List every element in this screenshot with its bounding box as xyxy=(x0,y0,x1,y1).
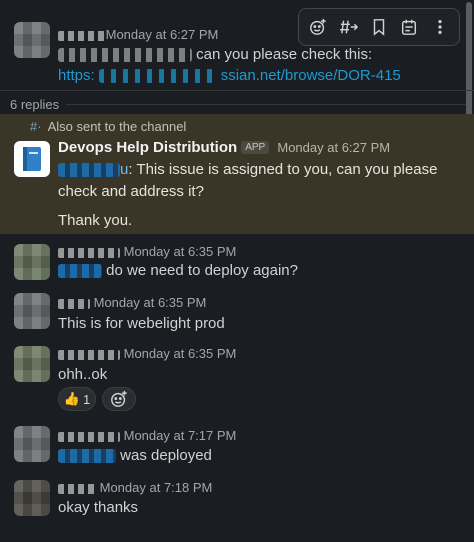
more-actions-icon[interactable] xyxy=(426,13,454,41)
thumbs-up-icon: 👍 xyxy=(63,391,80,406)
bot-text-line-1: : This issue is assigned to you, can you… xyxy=(128,161,438,178)
replies-count: 6 replies xyxy=(10,97,60,112)
reply-header: Monday at 6:35 PM xyxy=(58,244,236,259)
message-header: Monday at 6:27 PM xyxy=(58,27,218,42)
mention-redacted[interactable] xyxy=(58,264,102,279)
issue-link[interactable]: https: ssian.net/browse/DOR-415 xyxy=(58,67,401,84)
reply-body: okay thanks xyxy=(58,499,139,516)
book-icon xyxy=(23,147,41,171)
avatar[interactable] xyxy=(14,426,50,462)
sender-name-redacted[interactable] xyxy=(58,30,106,41)
reply-text: do we need to deploy again? xyxy=(58,262,298,279)
reply-body: was deployed xyxy=(120,447,212,464)
forward-icon[interactable] xyxy=(395,13,423,41)
channel-hash-icon: #· xyxy=(30,119,42,134)
message-actions-toolbar xyxy=(298,8,460,46)
reply-timestamp[interactable]: Monday at 6:35 PM xyxy=(124,244,237,259)
reaction-count: 1 xyxy=(82,391,91,407)
link-suffix: ssian.net/browse/DOR-415 xyxy=(220,67,401,84)
reply-text: was deployed xyxy=(58,447,212,464)
reply-message: Monday at 6:35 PM ohh..ok 👍 1 xyxy=(0,340,474,416)
thread-replies-divider: 6 replies xyxy=(0,90,474,114)
also-sent-notice: #· Also sent to the channel xyxy=(30,119,186,134)
add-reaction-icon xyxy=(111,390,127,407)
reply-timestamp[interactable]: Monday at 7:17 PM xyxy=(124,428,237,443)
mention-redacted[interactable] xyxy=(58,48,192,63)
also-sent-text[interactable]: Also sent to the channel xyxy=(48,119,187,134)
mention-redacted[interactable] xyxy=(58,449,116,464)
message-body: can you please check this: xyxy=(196,46,373,63)
bookmark-icon[interactable] xyxy=(365,13,393,41)
add-reaction-icon[interactable] xyxy=(304,13,332,41)
reply-message: Monday at 6:35 PM do we need to deploy a… xyxy=(0,236,474,288)
link-prefix: https: xyxy=(58,67,95,84)
reply-timestamp[interactable]: Monday at 6:35 PM xyxy=(94,295,207,310)
bot-sender-name[interactable]: Devops Help Distribution xyxy=(58,139,237,156)
sender-name-redacted[interactable] xyxy=(58,349,120,360)
reply-body: ohh..ok xyxy=(58,366,108,383)
sender-name-redacted[interactable] xyxy=(58,298,90,309)
sender-name-redacted[interactable] xyxy=(58,483,96,494)
reply-header: Monday at 7:18 PM xyxy=(58,480,212,495)
reaction-thumbs-up[interactable]: 👍 1 xyxy=(58,387,96,411)
reply-body: This is for webelight prod xyxy=(58,315,225,332)
reply-header: Monday at 6:35 PM xyxy=(58,346,236,361)
app-badge: APP xyxy=(241,141,270,154)
bot-text-line-2: check and address it? xyxy=(58,183,204,200)
reply-message: Monday at 7:17 PM was deployed xyxy=(0,420,474,472)
reply-header: Monday at 7:17 PM xyxy=(58,428,236,443)
mention-redacted[interactable] xyxy=(58,163,120,178)
avatar[interactable] xyxy=(14,22,50,58)
reply-message: Monday at 6:35 PM This is for webelight … xyxy=(0,288,474,340)
bot-avatar[interactable] xyxy=(14,141,50,177)
sender-name-redacted[interactable] xyxy=(58,431,120,442)
reply-timestamp[interactable]: Monday at 6:35 PM xyxy=(124,346,237,361)
divider-line xyxy=(66,104,466,105)
avatar[interactable] xyxy=(14,480,50,516)
avatar[interactable] xyxy=(14,346,50,382)
reply-header: Monday at 6:35 PM xyxy=(58,295,206,310)
reply-body: do we need to deploy again? xyxy=(106,262,298,279)
avatar[interactable] xyxy=(14,244,50,280)
link-redacted xyxy=(98,69,217,84)
message-text: can you please check this: xyxy=(58,46,372,63)
reply-message: Monday at 7:18 PM okay thanks xyxy=(0,474,474,534)
bot-line-1: u: This issue is assigned to you, can yo… xyxy=(58,161,437,178)
bot-timestamp[interactable]: Monday at 6:27 PM xyxy=(277,140,390,155)
sender-name-redacted[interactable] xyxy=(58,247,120,258)
bot-text-line-3: Thank you. xyxy=(58,212,133,229)
reply-in-thread-icon[interactable] xyxy=(335,13,363,41)
message-timestamp[interactable]: Monday at 6:27 PM xyxy=(106,27,219,42)
reply-timestamp[interactable]: Monday at 7:18 PM xyxy=(100,480,213,495)
bot-header: Devops Help Distribution APP Monday at 6:… xyxy=(58,139,390,156)
add-reaction-button[interactable] xyxy=(102,387,136,411)
avatar[interactable] xyxy=(14,293,50,329)
